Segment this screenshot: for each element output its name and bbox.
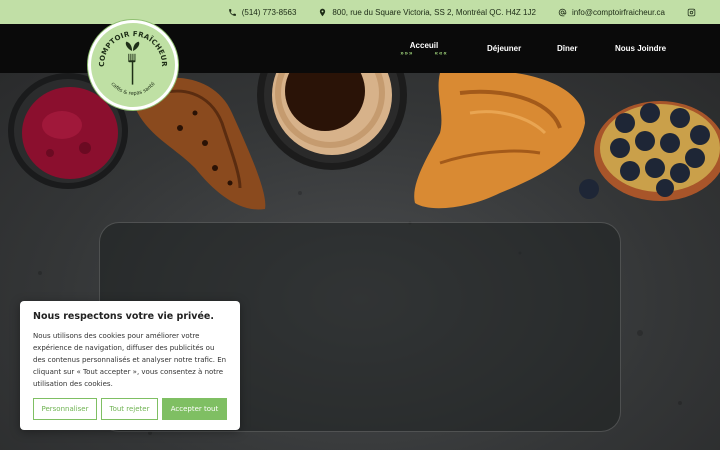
address-contact[interactable]: 800, rue du Square Victoria, SS 2, Montr… — [318, 8, 536, 17]
nav-label: Déjeuner — [487, 44, 522, 53]
nav-item-acceuil[interactable]: Acceuil »»» ««« — [400, 24, 448, 73]
email-contact[interactable]: info@comptoirfraicheur.ca — [558, 8, 665, 17]
instagram-link[interactable] — [687, 8, 696, 17]
fork-leaf-icon — [125, 41, 140, 85]
cookie-title: Nous respectons votre vie privée. — [33, 311, 214, 322]
phone-contact[interactable]: (514) 773-8563 — [228, 7, 297, 17]
coffee-cup — [257, 73, 407, 170]
phone-icon — [228, 8, 236, 16]
nav-item-diner[interactable]: Dîner — [557, 24, 577, 73]
nav-label: Nous Joindre — [615, 44, 667, 53]
blueberry-bowl — [579, 101, 720, 201]
reject-all-button[interactable]: Tout rejeter — [101, 398, 158, 420]
logo-emblem: COMPTOIR FRAÎCHEUR cafés & repas santé — [98, 30, 168, 97]
nav-label: Acceuil — [409, 40, 439, 50]
cookie-buttons: Personnaliser Tout rejeter Accepter tout — [33, 398, 227, 420]
active-indicator: »»» ««« — [400, 50, 448, 57]
cookie-consent-dialog: Nous respectons votre vie privée. Nous u… — [20, 301, 240, 430]
map-pin-icon — [320, 8, 326, 16]
nav-item-nous-joindre[interactable]: Nous Joindre — [615, 24, 666, 73]
address-text: 800, rue du Square Victoria, SS 2, Montr… — [332, 7, 536, 17]
nav-item-dejeuner[interactable]: Déjeuner — [487, 24, 521, 73]
customize-button[interactable]: Personnaliser — [33, 398, 97, 420]
instagram-icon — [687, 8, 696, 16]
accept-all-button[interactable]: Accepter tout — [162, 398, 227, 420]
top-info-bar: (514) 773-8563 800, rue du Square Victor… — [0, 0, 720, 24]
croissant — [414, 73, 585, 209]
at-icon — [558, 8, 567, 16]
site-logo[interactable]: COMPTOIR FRAÎCHEUR cafés & repas santé — [88, 20, 178, 110]
nav-label: Dîner — [557, 44, 578, 53]
email-text: info@comptoirfraicheur.ca — [571, 7, 665, 17]
cookie-body: Nous utilisons des cookies pour améliore… — [33, 332, 227, 388]
phone-text: (514) 773-8563 — [241, 7, 297, 17]
